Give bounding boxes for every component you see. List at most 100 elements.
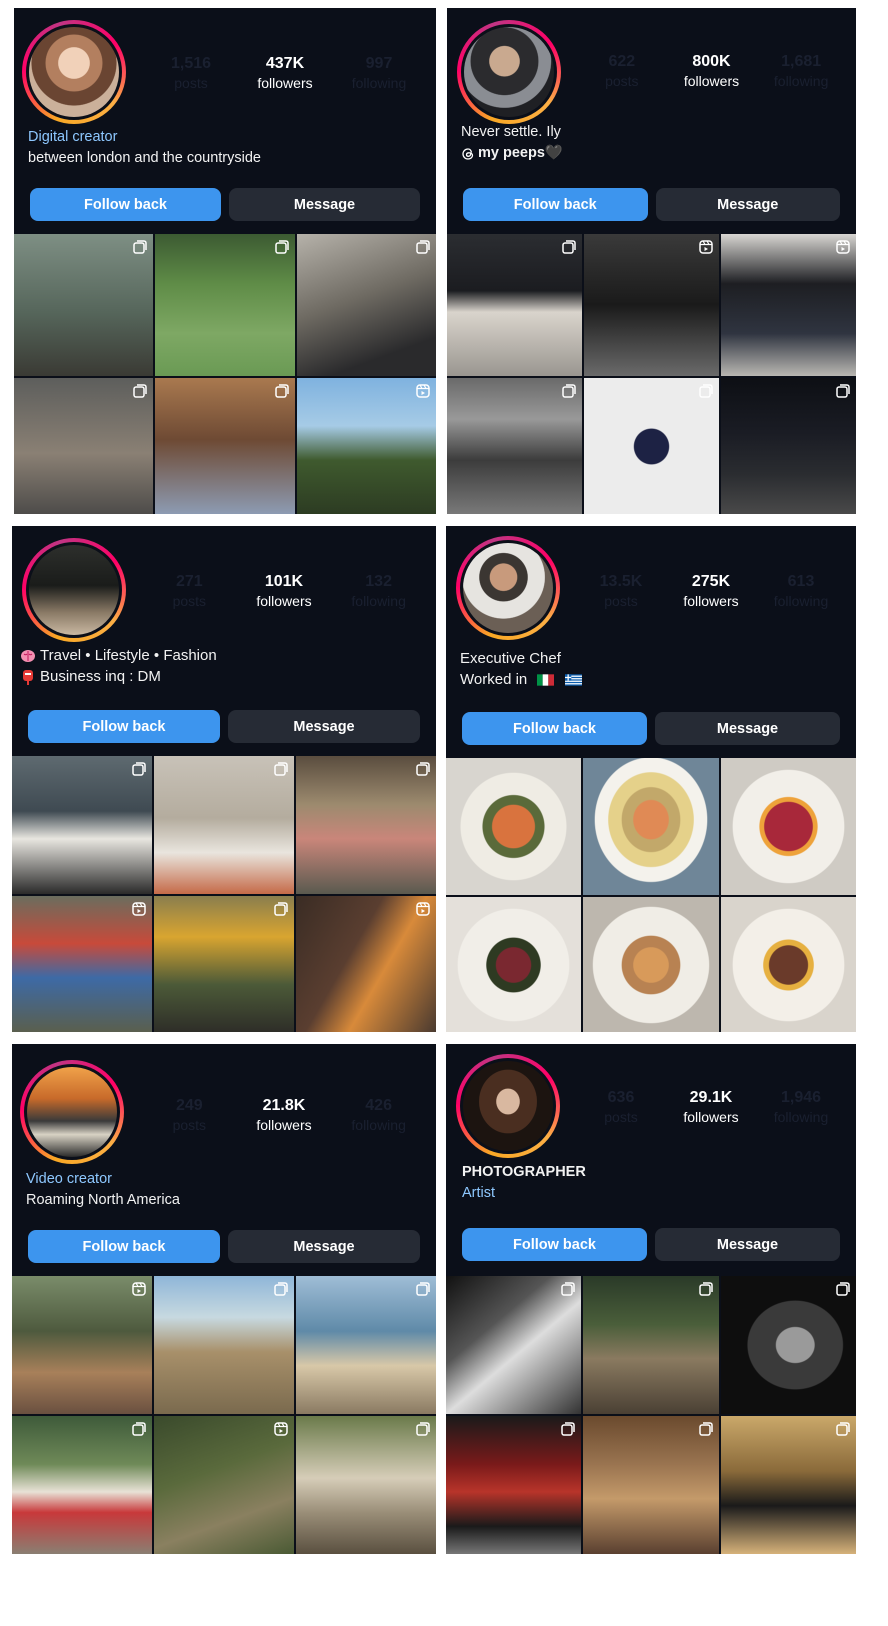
posts-grid [12,1276,436,1554]
post-thumbnail[interactable] [296,896,436,1032]
post-thumbnail[interactable] [154,1276,294,1414]
post-thumbnail[interactable] [446,1276,582,1414]
follow-back-button[interactable]: Follow back [463,188,648,221]
post-thumbnail[interactable] [447,234,582,376]
reel-icon [699,240,713,254]
reel-icon [274,1422,288,1436]
message-button[interactable]: Message [228,710,420,743]
threads-icon [462,147,474,160]
post-thumbnail[interactable] [584,378,719,514]
posts-label: posts [172,1117,207,1133]
post-thumbnail[interactable] [155,378,295,514]
post-thumbnail[interactable] [720,897,856,1032]
follow-back-button[interactable]: Follow back [28,1230,220,1263]
post-thumbnail[interactable] [583,758,719,895]
followers-stat[interactable]: 29.1K followers [671,1088,751,1126]
carousel-icon [132,1422,146,1436]
avatar[interactable] [457,20,561,124]
post-thumbnail[interactable] [154,896,294,1032]
message-button[interactable]: Message [655,712,840,745]
follow-back-button[interactable]: Follow back [30,188,221,221]
following-count: 613 [787,573,815,590]
post-thumbnail[interactable] [12,1276,152,1414]
post-thumbnail[interactable] [447,378,582,514]
follow-back-button[interactable]: Follow back [28,710,220,743]
avatar[interactable] [20,1060,124,1164]
posts-stat[interactable]: 271 posts [149,572,229,610]
following-stat[interactable]: 1,946 following [761,1088,841,1126]
post-thumbnail[interactable] [720,1276,856,1414]
followers-stat[interactable]: 437K followers [245,54,325,92]
posts-label: posts [172,593,207,609]
followers-count: 21.8K [262,1097,306,1114]
post-thumbnail[interactable] [720,758,856,895]
post-thumbnail[interactable] [296,378,436,514]
post-thumbnail[interactable] [14,378,154,514]
carousel-icon [416,1282,430,1296]
carousel-icon [836,384,850,398]
post-thumbnail[interactable] [14,234,154,376]
followers-count: 437K [265,55,305,72]
post-thumbnail[interactable] [296,234,436,376]
following-stat[interactable]: 613 following [761,572,841,610]
post-thumbnail[interactable] [583,897,719,1032]
post-thumbnail[interactable] [446,758,582,895]
profile-bio: Travel • Lifestyle • Fashion Business in… [20,645,217,687]
message-button[interactable]: Message [655,188,840,221]
follow-back-button[interactable]: Follow back [462,1228,647,1261]
followers-stat[interactable]: 21.8K followers [244,1096,324,1134]
posts-stat[interactable]: 636 posts [581,1088,661,1126]
post-thumbnail[interactable] [12,1416,152,1554]
threads-link[interactable]: my peeps🖤 [461,143,563,164]
post-thumbnail[interactable] [720,1416,856,1554]
followers-stat[interactable]: 101K followers [244,572,324,610]
posts-stat[interactable]: 1,516 posts [151,54,231,92]
post-thumbnail[interactable] [154,756,294,894]
post-thumbnail[interactable] [446,1416,582,1554]
bio-line: Roaming North America [26,1192,180,1208]
following-stat[interactable]: 426 following [339,1096,419,1134]
carousel-icon [416,240,430,254]
followers-stat[interactable]: 275K followers [671,572,751,610]
post-thumbnail[interactable] [296,756,436,894]
reel-icon [836,240,850,254]
message-button[interactable]: Message [655,1228,840,1261]
post-thumbnail[interactable] [296,1276,436,1414]
carousel-icon [274,240,289,254]
avatar[interactable] [22,538,126,642]
message-button[interactable]: Message [229,188,420,221]
post-thumbnail[interactable] [446,897,582,1032]
avatar[interactable] [456,1054,560,1158]
avatar[interactable] [456,536,560,640]
post-thumbnail[interactable] [296,1416,436,1554]
bio-line: Business inq : DM [40,668,161,685]
post-thumbnail[interactable] [721,378,856,514]
post-thumbnail[interactable] [154,1416,294,1554]
following-stat[interactable]: 132 following [339,572,419,610]
post-thumbnail[interactable] [155,234,295,376]
profile-bio: Digital creator between london and the c… [28,127,261,169]
post-thumbnail[interactable] [583,1416,719,1554]
carousel-icon [836,1422,850,1436]
posts-label: posts [605,73,639,89]
follow-back-button[interactable]: Follow back [462,712,647,745]
following-stat[interactable]: 1,681 following [761,52,841,90]
followers-count: 29.1K [689,1089,733,1106]
posts-stat[interactable]: 13.5K posts [581,572,661,610]
post-thumbnail[interactable] [12,756,152,894]
post-thumbnail[interactable] [721,234,856,376]
message-button[interactable]: Message [228,1230,420,1263]
posts-stat[interactable]: 249 posts [149,1096,229,1134]
following-stat[interactable]: 997 following [339,54,419,92]
avatar[interactable] [22,20,126,124]
posts-stat[interactable]: 622 posts [582,52,662,90]
reel-icon [416,902,430,916]
posts-grid [446,758,856,1032]
followers-label: followers [683,593,739,609]
post-thumbnail[interactable] [583,1276,719,1414]
post-thumbnail[interactable] [584,234,719,376]
carousel-icon [274,384,289,398]
following-count: 426 [365,1097,392,1114]
post-thumbnail[interactable] [12,896,152,1032]
followers-stat[interactable]: 800K followers [671,52,751,90]
